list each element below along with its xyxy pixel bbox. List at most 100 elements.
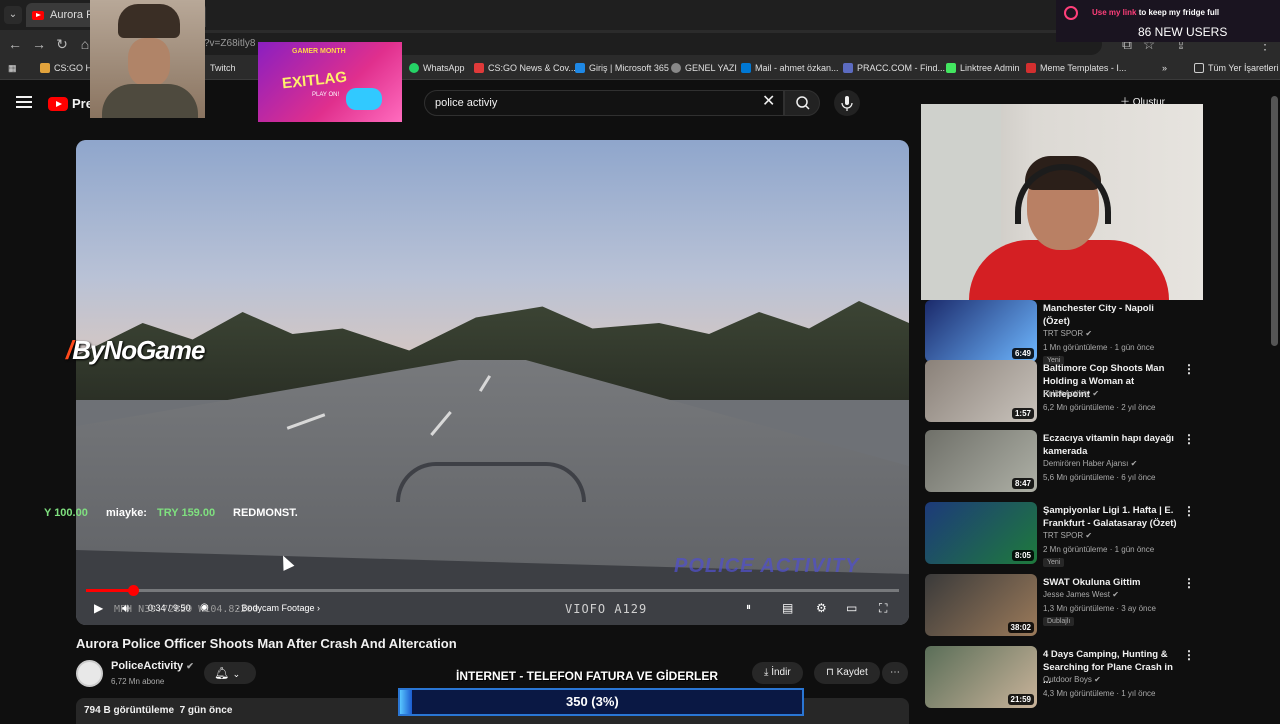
goal-label: İNTERNET - TELEFON FATURA VE GİDERLER [456, 669, 719, 683]
search-input[interactable]: police activiy [424, 90, 784, 116]
video-thumbnail[interactable]: 1:57 [925, 360, 1037, 422]
video-progress-bar[interactable] [86, 585, 899, 596]
video-player[interactable] [76, 140, 909, 625]
exitlag-promo-banner: GAMER MONTH EXITLAG PLAY ON! [258, 42, 402, 122]
bookmark-item[interactable]: CS:GO News & Cov... [474, 63, 576, 73]
bookmark-item[interactable]: WhatsApp [409, 63, 465, 73]
recommendation-channel[interactable]: PoliceActivity ✔ [1043, 389, 1099, 398]
search-button[interactable] [784, 90, 820, 116]
video-thumbnail[interactable]: 38:02 [925, 574, 1037, 636]
youtube-logo-icon [48, 96, 68, 111]
video-duration: 1:57 [1011, 408, 1034, 419]
youtube-logo[interactable]: Pre [48, 96, 93, 111]
more-options-icon[interactable]: ⋮ [1183, 504, 1195, 518]
bookmark-item[interactable]: CS:GO Ho [40, 63, 97, 73]
chapter-button[interactable]: · Bodycam Footage › [236, 603, 320, 613]
hamburger-menu-icon[interactable] [16, 96, 32, 108]
video-thumbnail[interactable]: 8:05 [925, 502, 1037, 564]
chevron-down-icon: ⌄ [232, 669, 241, 679]
all-bookmarks-folder[interactable]: Tüm Yer İşaretleri [1194, 63, 1279, 73]
channel-name[interactable]: PoliceActivity ✔ [111, 660, 194, 672]
new-users-count: 86 NEW USERS [1138, 25, 1228, 39]
download-button[interactable]: ⤓ İndir [752, 662, 803, 684]
recommendation-item[interactable]: 1:57 Baltimore Cop Shoots Man Holding a … [925, 360, 1215, 428]
bookmark-item[interactable]: Twitch [210, 63, 236, 73]
recommendation-title[interactable]: Manchester City - Napoli (Özet) [1043, 302, 1183, 328]
recommendation-item[interactable]: 6:49 Manchester City - Napoli (Özet) TRT… [925, 300, 1215, 368]
donation-amount: TRY 159.00 [157, 507, 216, 519]
volume-icon[interactable]: 🔊︎ [122, 600, 130, 616]
bookmark-favicon-icon [843, 63, 853, 73]
police-activity-watermark: POLICE ACTIVITY [674, 555, 860, 577]
recommendation-meta: 6,2 Mn görüntüleme · 2 yıl önce [1043, 403, 1156, 412]
address-bar[interactable]: ?v=Z68itly8 [92, 33, 1102, 55]
more-options-icon[interactable]: ⋮ [1183, 648, 1195, 662]
more-bookmarks-icon[interactable]: » [1162, 63, 1167, 73]
video-thumbnail[interactable]: 6:49 [925, 300, 1037, 362]
settings-gear-icon[interactable]: ⚙ [816, 600, 827, 616]
back-icon[interactable]: ← [6, 35, 24, 53]
notifications-bell-button[interactable]: 🔔︎ ⌄ [204, 662, 256, 684]
recommendation-meta: 1 Mn görüntüleme · 1 gün önce [1043, 343, 1155, 352]
channel-avatar[interactable] [76, 660, 103, 687]
recommendation-badge: Yeni [1043, 558, 1065, 567]
outlook-icon [741, 63, 751, 73]
video-duration: 8:05 [1011, 550, 1034, 561]
tab-search-button[interactable]: ⌄ [4, 6, 22, 24]
autoplay-toggle[interactable]: ⏸ [746, 600, 751, 616]
recommendation-channel[interactable]: Demirören Haber Ajansı ✔ [1043, 459, 1137, 468]
more-options-icon[interactable]: ⋮ [1183, 432, 1195, 446]
theater-mode-icon[interactable]: ▭ [846, 600, 857, 616]
historical-portrait-overlay [90, 0, 205, 118]
save-button[interactable]: ⊓ Kaydet [814, 662, 880, 684]
recommendation-title[interactable]: Şampiyonlar Ligi 1. Hafta | E. Frankfurt… [1043, 504, 1183, 530]
bookmark-favicon-icon [1026, 63, 1036, 73]
recommendation-title[interactable]: Eczacıya vitamin hapı dayağı kamerada [1043, 432, 1183, 458]
donation-user: REDMONST. [233, 507, 298, 519]
bookmark-item[interactable]: Meme Templates - I... [1026, 63, 1126, 73]
verified-icon: ✔ [1092, 389, 1100, 398]
clear-search-icon[interactable]: ✕ [762, 93, 775, 111]
stream-message: Use my link to keep my fridge full [1092, 8, 1220, 17]
voice-search-button[interactable] [834, 90, 860, 116]
recommendation-channel[interactable]: TRT SPOR ✔ [1043, 531, 1092, 540]
upload-age: 7 gün önce [179, 705, 233, 716]
recommendation-channel[interactable]: TRT SPOR ✔ [1043, 329, 1092, 338]
recommendation-title[interactable]: SWAT Okuluna Gittim [1043, 576, 1183, 589]
alert-ring-icon [1064, 6, 1078, 20]
bookmark-icon: ⊓ [826, 667, 834, 678]
whatsapp-icon [409, 63, 419, 73]
forward-icon[interactable]: → [30, 35, 48, 53]
more-options-icon[interactable]: ⋮ [1183, 362, 1195, 376]
recommendation-badge: Dublajlı [1043, 617, 1075, 626]
video-thumbnail[interactable]: 8:47 [925, 430, 1037, 492]
recommendation-item[interactable]: 8:47 Eczacıya vitamin hapı dayağı kamera… [925, 430, 1215, 498]
bookmark-item[interactable]: Mail - ahmet özkan... [741, 63, 839, 73]
recommendation-item[interactable]: 8:05 Şampiyonlar Ligi 1. Hafta | E. Fran… [925, 502, 1215, 570]
apps-grid-icon[interactable]: ▦ [8, 63, 17, 74]
more-options-icon[interactable]: ⋮ [1183, 576, 1195, 590]
fullscreen-icon[interactable]: ⛶ [879, 600, 887, 616]
bookmark-item[interactable]: Linktree Admin [946, 63, 1020, 73]
streamer-webcam [921, 104, 1203, 300]
verified-icon: ✔ [1085, 531, 1093, 540]
reload-icon[interactable]: ↻ [53, 35, 71, 53]
bookmark-item[interactable]: Giriş | Microsoft 365 [575, 63, 669, 73]
page-scrollbar[interactable] [1271, 96, 1278, 346]
bookmark-favicon-icon [40, 63, 50, 73]
recommendation-channel[interactable]: Outdoor Boys ✔ [1043, 675, 1101, 684]
donation-user: miayke: [106, 507, 147, 519]
bookmark-item[interactable]: PRACC.COM - Find... [843, 63, 945, 73]
download-icon: ⤓ [764, 667, 769, 678]
recommendation-item[interactable]: 38:02 SWAT Okuluna Gittim Jesse James We… [925, 574, 1215, 642]
video-thumbnail[interactable]: 21:59 [925, 646, 1037, 708]
subtitles-icon[interactable]: ▤ [782, 600, 793, 616]
time-display: 0:34 / 9:50 [148, 603, 191, 613]
search-icon [796, 96, 810, 110]
verified-icon: ✔ [1130, 459, 1138, 468]
bookmark-item[interactable]: GENEL YAZI [671, 63, 737, 73]
play-icon[interactable]: ▶ [94, 600, 103, 616]
more-actions-icon[interactable]: ⋯ [882, 662, 908, 684]
recommendation-item[interactable]: 21:59 4 Days Camping, Hunting & Searchin… [925, 646, 1215, 714]
recommendation-channel[interactable]: Jesse James West ✔ [1043, 590, 1119, 599]
